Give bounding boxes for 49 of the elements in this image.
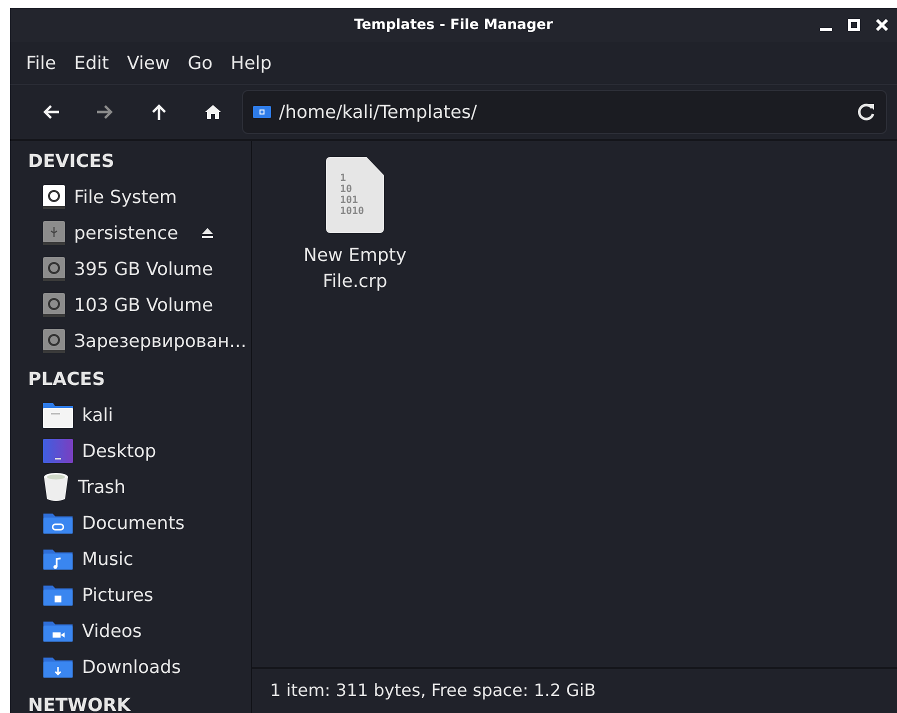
close-icon (876, 19, 888, 31)
menu-item[interactable]: Go (180, 48, 221, 78)
sidebar-item[interactable]: persistence (28, 215, 251, 251)
folder-icon (42, 655, 74, 679)
drive-icon (42, 328, 66, 354)
minimize-icon (820, 28, 832, 31)
sidebar-item[interactable]: 103 GB Volume (28, 287, 251, 323)
home-folder-icon (42, 401, 74, 429)
sidebar-heading: NETWORK (28, 694, 132, 713)
sidebar-item[interactable]: Videos (28, 613, 251, 649)
sidebar-item[interactable]: Downloads (28, 649, 251, 685)
arrow-left-icon (42, 104, 60, 120)
binary-file-icon: 1 10 101 1010 (326, 157, 384, 233)
sidebar-item[interactable]: Trash (28, 469, 251, 505)
window-title: Templates - File Manager (354, 17, 553, 33)
reload-icon[interactable] (856, 102, 876, 122)
sidebar-item[interactable]: 395 GB Volume (28, 251, 251, 287)
trash-icon (42, 472, 70, 502)
folder-icon (42, 619, 74, 643)
file-item[interactable]: 1 10 101 1010 New Empty File.crp (288, 155, 422, 297)
usb-drive-icon (42, 220, 66, 246)
folder-icon (253, 106, 271, 118)
sidebar-item[interactable]: Desktop (28, 433, 251, 469)
sidebar-item[interactable]: Pictures (28, 577, 251, 613)
home-icon (204, 104, 222, 120)
sidebar-item[interactable]: Documents (28, 505, 251, 541)
location-field[interactable]: /home/kali/Templates/ (242, 90, 887, 134)
menu-item[interactable]: Help (222, 48, 280, 78)
folder-icon (42, 547, 74, 571)
arrow-right-icon (96, 104, 114, 120)
drive-icon (42, 292, 66, 318)
maximize-icon (848, 19, 860, 31)
desktop-icon (42, 438, 74, 464)
sidebar-item[interactable]: Music (28, 541, 251, 577)
sidebar-heading: DEVICES (28, 150, 116, 174)
eject-icon[interactable] (202, 228, 214, 238)
drive-icon (42, 184, 66, 210)
sidebar-heading: PLACES (28, 368, 106, 392)
folder-icon (42, 583, 74, 607)
menu-item[interactable]: Edit (66, 48, 117, 78)
folder-icon (42, 511, 74, 535)
sidebar-item[interactable]: File System (28, 179, 251, 215)
arrow-up-icon (151, 103, 167, 121)
status-bar: 1 item: 311 bytes, Free space: 1.2 GiB (252, 667, 897, 713)
sidebar-item[interactable]: kali (28, 397, 251, 433)
drive-icon (42, 256, 66, 282)
menu-item[interactable]: File (18, 48, 64, 78)
menu-item[interactable]: View (118, 48, 178, 78)
sidebar-item[interactable]: Зарезервирован... (28, 323, 251, 359)
